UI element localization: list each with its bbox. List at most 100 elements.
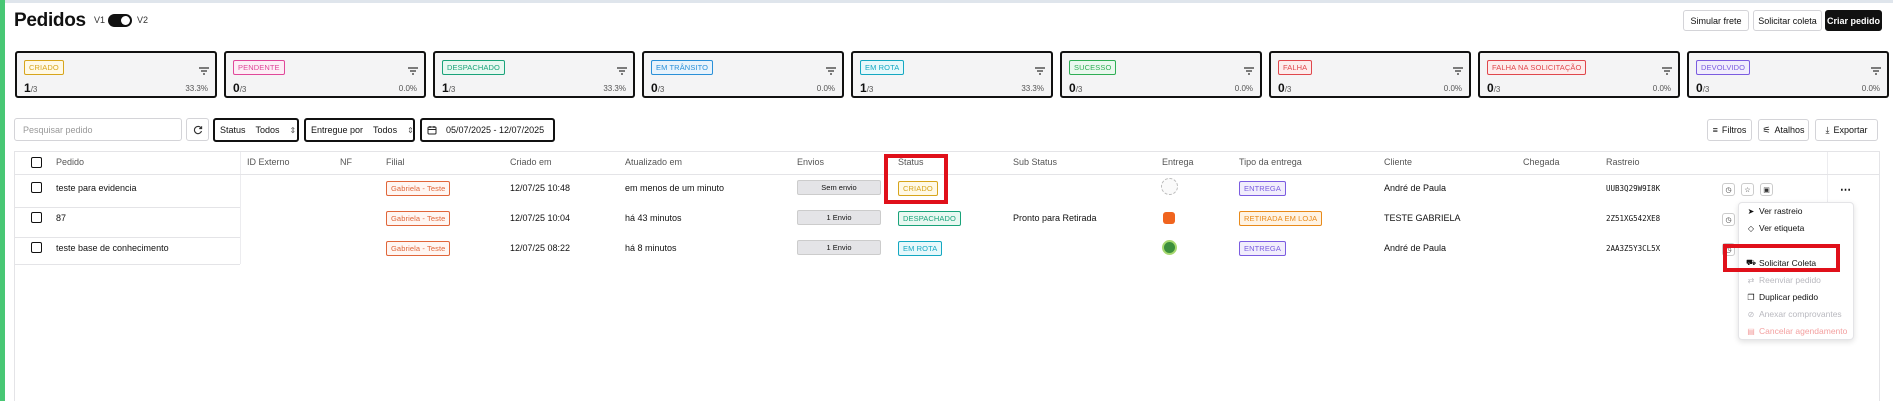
card-count: 0/3 <box>233 81 246 95</box>
column-header: Entrega <box>1162 157 1194 167</box>
copy-icon: ❐ <box>1747 292 1755 302</box>
branch-badge: Gabriela - Teste <box>386 211 451 226</box>
solicitar-coleta-highlight-box <box>1723 244 1840 272</box>
card-count: 0/3 <box>1069 81 1082 95</box>
row-checkbox[interactable] <box>31 212 42 223</box>
tracking-code[interactable]: 2AA3Z5Y3CL5X <box>1606 244 1660 253</box>
status-badge: CRIADO <box>24 60 64 75</box>
card-count: 0/3 <box>1278 81 1291 95</box>
status-filter-label: Status <box>220 125 246 135</box>
tracking-code[interactable]: 2Z51XG542XE8 <box>1606 214 1660 223</box>
delivered-by-label: Entregue por <box>311 125 364 135</box>
filter-icon[interactable] <box>1244 62 1254 75</box>
menu-item-label: Ver etiqueta <box>1759 223 1805 233</box>
date-range-value: 05/07/2025 - 12/07/2025 <box>446 125 545 135</box>
date-range-picker[interactable]: 05/07/2025 - 12/07/2025 <box>420 118 555 142</box>
updated-at: há 8 minutos <box>625 243 677 253</box>
filter-icon[interactable] <box>1035 62 1045 75</box>
top-border <box>0 0 1893 3</box>
column-header: Tipo da entrega <box>1239 157 1302 167</box>
filter-icon[interactable] <box>1662 62 1672 75</box>
status-badge: DESPACHADO <box>442 60 505 75</box>
status-card[interactable]: PENDENTE 0/3 0.0% <box>224 51 426 98</box>
filter-icon[interactable] <box>1871 62 1881 75</box>
status-badge: EM ROTA <box>860 60 905 75</box>
status-badge: EM TRÂNSITO <box>651 60 714 75</box>
page-title: Pedidos <box>14 10 86 31</box>
clock-icon[interactable]: ◷ <box>1722 213 1735 226</box>
updated-at: há 43 minutos <box>625 213 682 223</box>
request-pickup-button[interactable]: Solicitar coleta <box>1753 10 1822 31</box>
menu-item-label: Reenviar pedido <box>1759 275 1821 285</box>
row-checkbox[interactable] <box>31 242 42 253</box>
shortcuts-button[interactable]: ⚟ Atalhos <box>1758 119 1809 141</box>
status-card[interactable]: EM ROTA 1/3 33.3% <box>851 51 1053 98</box>
order-name[interactable]: teste para evidencia <box>56 183 137 193</box>
menu-item[interactable]: ◇ Ver etiqueta <box>1746 223 1804 233</box>
status-card[interactable]: FALHA NA SOLICITAÇÃO 0/3 0.0% <box>1478 51 1680 98</box>
customer-name: André de Paula <box>1384 243 1447 253</box>
filter-icon[interactable] <box>617 62 627 75</box>
filter-icon[interactable] <box>408 62 418 75</box>
status-card[interactable]: EM TRÂNSITO 0/3 0.0% <box>642 51 844 98</box>
column-header: Filial <box>386 157 405 167</box>
star-icon[interactable]: ☆ <box>1741 183 1754 196</box>
send-icon: ➤ <box>1747 206 1755 216</box>
row-divider <box>15 237 240 238</box>
status-card[interactable]: SUCESSO 0/3 0.0% <box>1060 51 1262 98</box>
card-count-total: /3 <box>1493 85 1501 94</box>
card-percentage: 0.0% <box>816 84 835 93</box>
filter-icon[interactable] <box>1453 62 1463 75</box>
card-count-total: /3 <box>866 85 874 94</box>
shipments-badge[interactable]: 1 Envio <box>797 240 881 255</box>
card-count-value: 1 <box>24 81 31 95</box>
status-highlight-box <box>884 154 948 204</box>
card-percentage: 0.0% <box>398 84 417 93</box>
refresh-button[interactable] <box>186 118 209 141</box>
status-card[interactable]: FALHA 0/3 0.0% <box>1269 51 1471 98</box>
card-count-total: /3 <box>657 85 665 94</box>
column-header: NF <box>340 157 352 167</box>
menu-item[interactable]: ➤ Ver rastreio <box>1746 206 1803 216</box>
create-order-button[interactable]: Criar pedido <box>1825 10 1882 31</box>
order-name[interactable]: teste base de conhecimento <box>56 243 169 253</box>
search-input[interactable]: Pesquisar pedido <box>14 118 182 141</box>
row-checkbox[interactable] <box>31 182 42 193</box>
delivered-by-select[interactable]: Entregue por Todos ⇕ <box>304 118 415 142</box>
card-count-value: 0 <box>1696 81 1703 95</box>
delivery-type-badge: ENTREGA <box>1239 181 1286 196</box>
select-all-checkbox[interactable] <box>31 157 42 168</box>
column-header: Atualizado em <box>625 157 683 167</box>
shipments-badge[interactable]: 1 Envio <box>797 210 881 225</box>
menu-item[interactable]: ▤ Cancelar agendamento <box>1746 326 1847 336</box>
card-count-value: 1 <box>860 81 867 95</box>
shipments-badge[interactable]: Sem envio <box>797 180 881 195</box>
label-icon[interactable]: ▣ <box>1760 183 1773 196</box>
version-toggle[interactable] <box>108 14 132 27</box>
status-card[interactable]: DESPACHADO 1/3 33.3% <box>433 51 635 98</box>
column-header: Chegada <box>1523 157 1560 167</box>
order-name[interactable]: 87 <box>56 213 66 223</box>
menu-item-label: Anexar comprovantes <box>1759 309 1842 319</box>
status-card[interactable]: CRIADO 1/3 33.3% <box>15 51 217 98</box>
status-filter-select[interactable]: Status Todos ⇕ <box>213 118 299 142</box>
status-badge: SUCESSO <box>1069 60 1117 75</box>
calendar-icon <box>427 126 437 135</box>
simulate-freight-button[interactable]: Simular frete <box>1683 10 1749 31</box>
filter-icon[interactable] <box>826 62 836 75</box>
tracking-code[interactable]: UUB3Q29W9I8K <box>1606 184 1660 193</box>
column-header: Rastreio <box>1606 157 1640 167</box>
card-percentage: 0.0% <box>1861 84 1880 93</box>
clock-icon[interactable]: ◷ <box>1722 183 1735 196</box>
export-button[interactable]: ⤓ Exportar <box>1815 119 1878 141</box>
filters-button[interactable]: ≡ Filtros <box>1707 119 1752 141</box>
status-card[interactable]: DEVOLVIDO 0/3 0.0% <box>1687 51 1889 98</box>
v2-label: V2 <box>137 15 149 25</box>
more-actions-icon[interactable]: ⋯ <box>1840 183 1851 196</box>
status-badge: EM ROTA <box>898 241 943 256</box>
menu-item[interactable]: ❐ Duplicar pedido <box>1746 292 1818 302</box>
store-logo-icon <box>1163 212 1175 224</box>
column-header: Envios <box>797 157 825 167</box>
delivery-type-badge: RETIRADA EM LOJA <box>1239 211 1323 226</box>
filter-icon[interactable] <box>199 62 209 75</box>
